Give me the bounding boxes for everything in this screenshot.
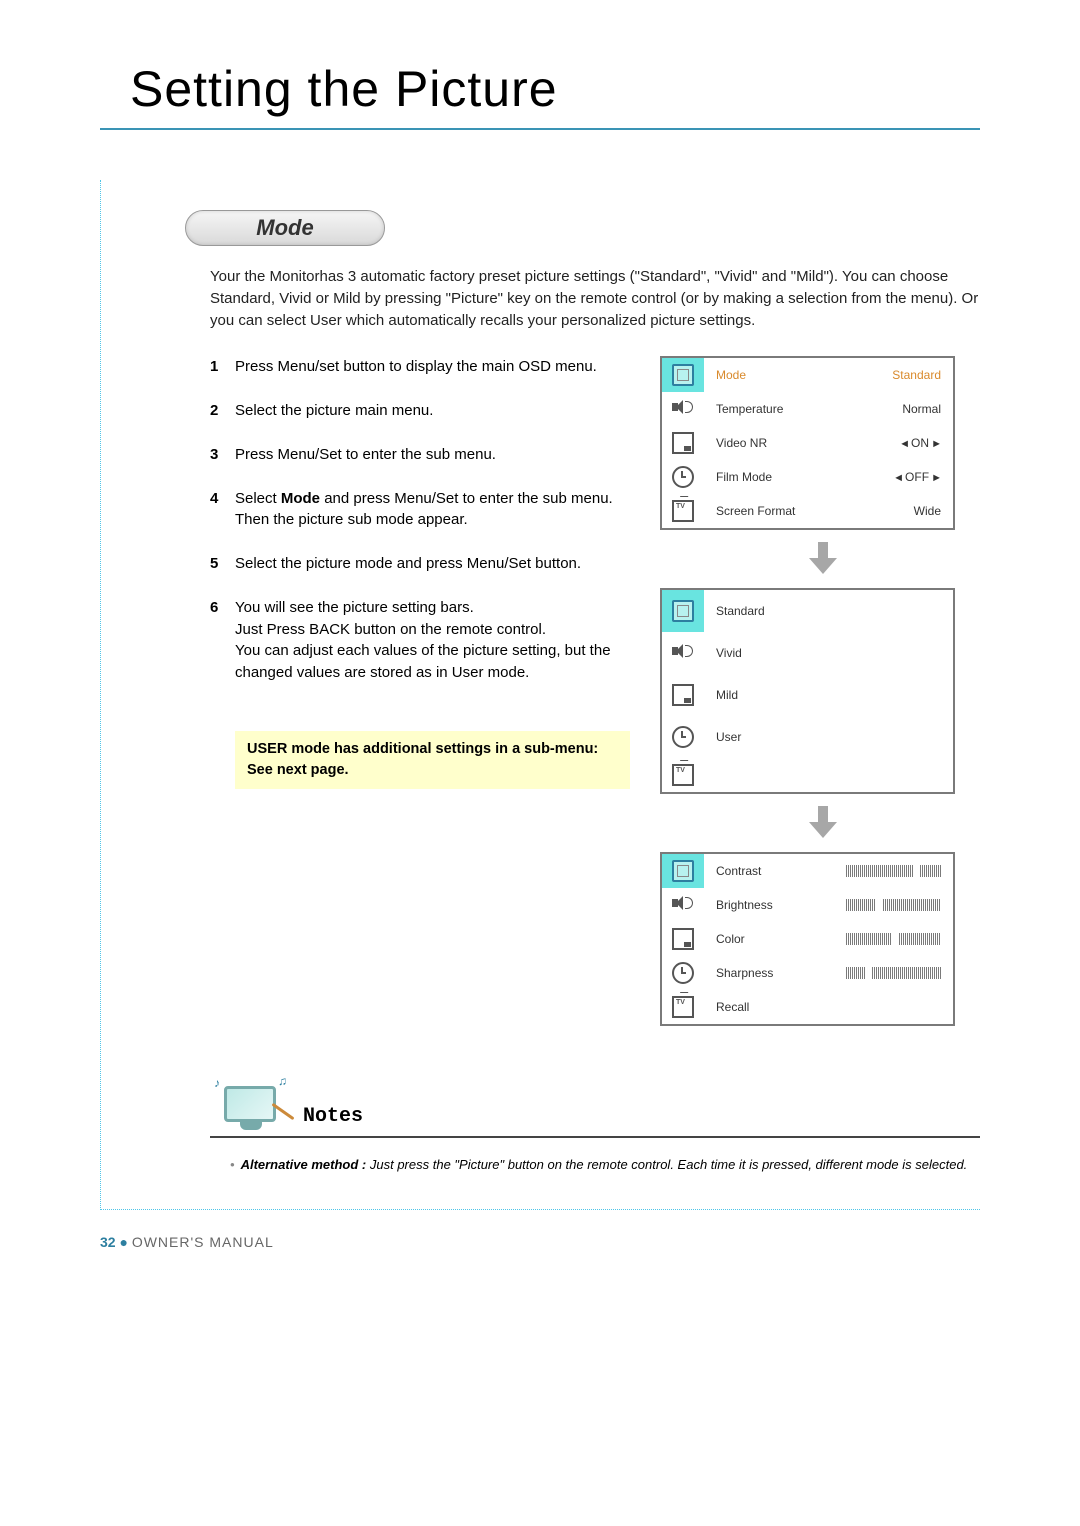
title-underline — [100, 128, 980, 130]
osd-row-value: Standard — [892, 368, 941, 382]
clock-icon — [662, 460, 704, 494]
monitor-cartoon-icon: ♪♫ — [210, 1074, 295, 1134]
osd-row-label: Video NR — [716, 436, 767, 450]
tv-icon — [662, 494, 704, 528]
down-arrow-icon — [809, 806, 837, 840]
page-title: Setting the Picture — [130, 60, 1080, 118]
picture-icon — [662, 590, 704, 632]
osd-mode-list: Standard Vivid Mild User — [660, 588, 955, 794]
step-text: Select the picture main menu. — [235, 400, 433, 422]
step-number: 4 — [210, 488, 235, 532]
note-text: •Alternative method : Just press the "Pi… — [210, 1156, 980, 1174]
pip-icon — [662, 674, 704, 716]
page-number: 32 — [100, 1234, 116, 1250]
step-number: 2 — [210, 400, 235, 422]
osd-row-label: Screen Format — [716, 504, 795, 518]
down-arrow-icon — [809, 542, 837, 576]
osd-mode-option: User — [716, 730, 741, 744]
clock-icon — [662, 956, 704, 990]
slider-label: Color — [716, 932, 745, 946]
step-number: 5 — [210, 553, 235, 575]
step-item: 4Select Mode and press Menu/Set to enter… — [210, 488, 630, 532]
sound-icon — [662, 888, 704, 922]
intro-paragraph: Your the Monitorhas 3 automatic factory … — [210, 266, 980, 331]
step-text: You will see the picture setting bars. J… — [235, 597, 630, 684]
notes-title: Notes — [303, 1105, 363, 1134]
slider-bar — [845, 899, 941, 911]
step-text: Press Menu/Set to enter the sub menu. — [235, 444, 496, 466]
step-item: 6You will see the picture setting bars. … — [210, 597, 630, 684]
step-item: 3Press Menu/Set to enter the sub menu. — [210, 444, 630, 466]
section-label: Mode — [185, 210, 385, 246]
tv-icon — [662, 758, 704, 792]
osd-main-menu: Mode Standard Temperature Normal Video NR ◄… — [660, 356, 955, 530]
pip-icon — [662, 922, 704, 956]
slider-bar — [845, 865, 941, 877]
osd-row-value: ◄ OFF ► — [893, 470, 941, 484]
picture-icon — [662, 358, 704, 392]
step-number: 1 — [210, 356, 235, 378]
step-text: Press Menu/set button to display the mai… — [235, 356, 597, 378]
step-item: 5Select the picture mode and press Menu/… — [210, 553, 630, 575]
highlight-note: USER mode has additional settings in a s… — [235, 731, 630, 789]
step-item: 1Press Menu/set button to display the ma… — [210, 356, 630, 378]
page-footer: 32 ● OWNER'S MANUAL — [100, 1234, 1080, 1250]
step-text: Select Mode and press Menu/Set to enter … — [235, 488, 630, 532]
osd-row-value: Wide — [914, 504, 941, 518]
osd-mode-option: Mild — [716, 688, 738, 702]
slider-label: Sharpness — [716, 966, 773, 980]
osd-row-value: ◄ ON ► — [899, 436, 941, 450]
osd-mode-option: Vivid — [716, 646, 742, 660]
step-text: Select the picture mode and press Menu/S… — [235, 553, 581, 575]
pip-icon — [662, 426, 704, 460]
osd-mode-option: Standard — [716, 604, 765, 618]
tv-icon — [662, 990, 704, 1024]
sound-icon — [662, 632, 704, 674]
osd-slider-panel: Contrast Brightness Color — [660, 852, 955, 1026]
step-number: 3 — [210, 444, 235, 466]
slider-label: Contrast — [716, 864, 761, 878]
notes-header: ♪♫ Notes — [210, 1074, 980, 1138]
slider-bar — [845, 967, 941, 979]
step-number: 6 — [210, 597, 235, 684]
steps-list: 1Press Menu/set button to display the ma… — [210, 356, 630, 684]
footer-label: OWNER'S MANUAL — [132, 1234, 274, 1250]
slider-label: Recall — [716, 1000, 749, 1014]
osd-row-label: Mode — [716, 368, 746, 382]
clock-icon — [662, 716, 704, 758]
picture-icon — [662, 854, 704, 888]
osd-row-label: Film Mode — [716, 470, 772, 484]
slider-bar — [845, 933, 941, 945]
osd-row-label: Temperature — [716, 402, 783, 416]
osd-row-value: Normal — [902, 402, 941, 416]
sound-icon — [662, 392, 704, 426]
step-item: 2Select the picture main menu. — [210, 400, 630, 422]
slider-label: Brightness — [716, 898, 773, 912]
section-pill: Mode — [185, 210, 385, 246]
